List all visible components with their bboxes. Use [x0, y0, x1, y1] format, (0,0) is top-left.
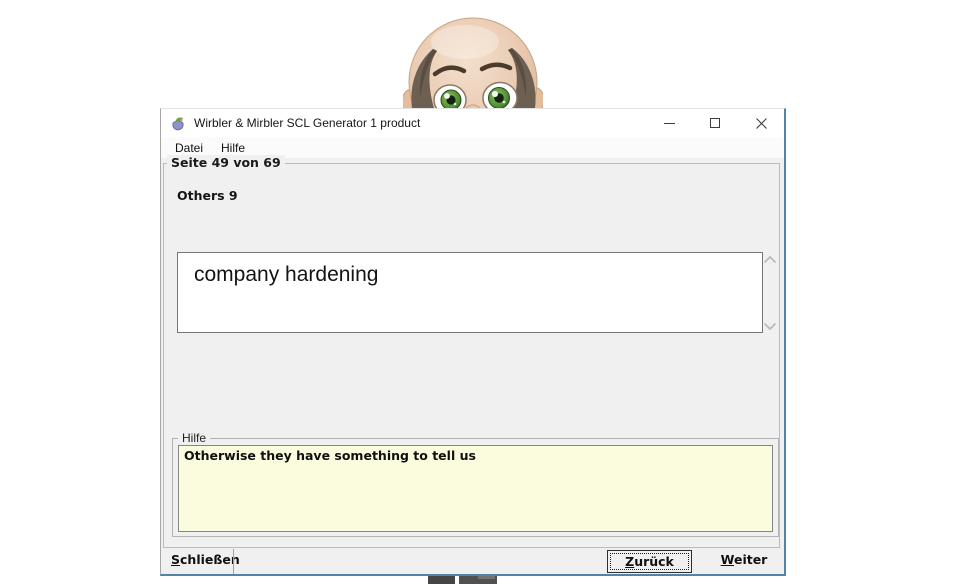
- app-icon: [172, 117, 184, 130]
- zurueck-button[interactable]: Zurück: [607, 550, 692, 573]
- background-window-fragment[interactable]: [428, 576, 455, 584]
- desktop: Wirbler & Mirbler SCL Generator 1 produc…: [0, 0, 960, 584]
- background-window-fragment: [478, 576, 495, 579]
- window-body: Seite 49 von 69 Others 9 company hardeni…: [161, 155, 784, 574]
- title-bar[interactable]: Wirbler & Mirbler SCL Generator 1 produc…: [161, 109, 784, 137]
- weiter-button[interactable]: Weiter: [713, 552, 775, 567]
- page-group-title: Seite 49 von 69: [167, 155, 285, 170]
- help-group: Hilfe Otherwise they have something to t…: [172, 431, 779, 537]
- help-textbox[interactable]: Otherwise they have something to tell us: [178, 445, 773, 532]
- window-controls: [646, 109, 784, 137]
- menu-datei[interactable]: Datei: [166, 139, 212, 157]
- help-text: Otherwise they have something to tell us: [184, 448, 476, 463]
- chevron-down-icon[interactable]: [763, 322, 777, 331]
- close-button[interactable]: [738, 109, 784, 137]
- footer-separator: [233, 549, 234, 574]
- answer-textbox[interactable]: company hardening: [177, 252, 763, 333]
- answer-text: company hardening: [194, 263, 379, 286]
- maximize-icon: [710, 118, 720, 128]
- bald-head-cartoon: [403, 17, 543, 108]
- page-group: Seite 49 von 69 Others 9 company hardeni…: [163, 155, 780, 548]
- window-title: Wirbler & Mirbler SCL Generator 1 produc…: [194, 116, 421, 130]
- question-label: Others 9: [177, 188, 238, 203]
- chevron-up-icon[interactable]: [763, 255, 777, 264]
- answer-scrollbar: [762, 252, 778, 397]
- schliessen-button[interactable]: Schließen: [171, 552, 240, 567]
- footer: Schließen Zurück Weiter: [161, 548, 784, 574]
- app-window: Wirbler & Mirbler SCL Generator 1 produc…: [160, 108, 786, 576]
- maximize-button[interactable]: [692, 109, 738, 137]
- minimize-icon: [663, 122, 675, 124]
- close-icon: [755, 117, 767, 129]
- minimize-button[interactable]: [646, 109, 692, 137]
- menu-hilfe[interactable]: Hilfe: [212, 139, 254, 157]
- help-group-title: Hilfe: [178, 431, 211, 445]
